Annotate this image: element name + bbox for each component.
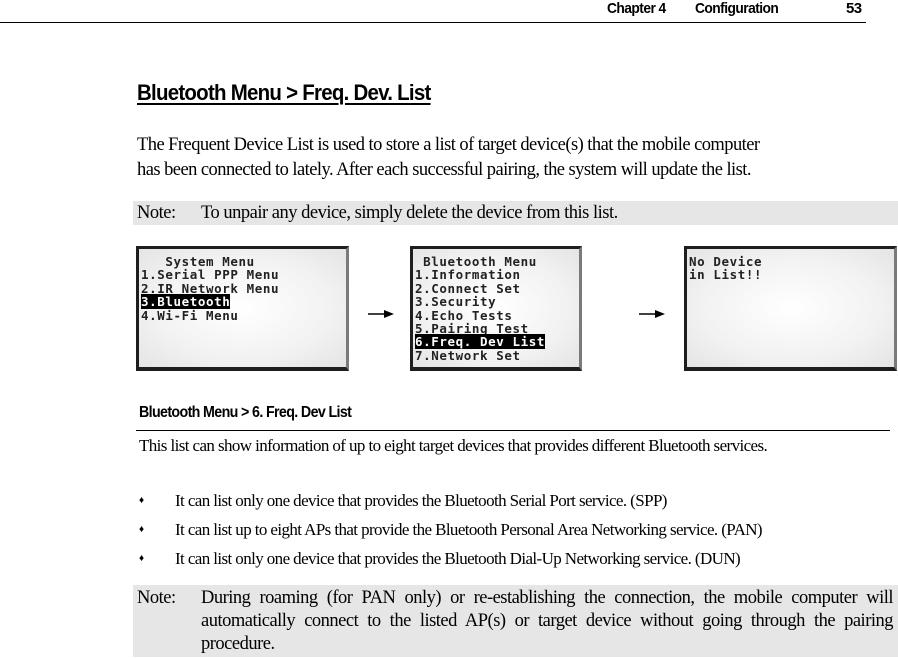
page-number: 53 (846, 0, 862, 17)
screen-menu-item: No Device (689, 255, 762, 268)
note-box: Note: To unpair any device, simply delet… (133, 201, 898, 225)
note-box: Note: During roaming (for PAN only) or r… (133, 585, 898, 657)
note-label: Note: (137, 588, 176, 608)
screen-menu-item-selected: 6.Freq. Dev List (415, 334, 546, 350)
chapter-title: Configuration (695, 0, 779, 17)
screen-menu-item-label: 7.Network Set (415, 347, 521, 363)
bullet-text: It can list up to eight APs that provide… (175, 520, 763, 539)
screen-menu-item: Bluetooth Menu (415, 255, 545, 268)
note-label: Note: (137, 203, 176, 223)
screen-menu-item-label: 4.Wi-Fi Menu (141, 307, 239, 323)
note-text: To unpair any device, simply delete the … (201, 203, 618, 223)
bullet-icon: ♦ (139, 553, 144, 564)
screen-menu-item: 2.Connect Set (415, 282, 545, 295)
bullet-icon: ♦ (139, 495, 144, 506)
screen-menu-item: 4.Wi-Fi Menu (141, 307, 279, 323)
description-text: This list can show information of up to … (139, 436, 768, 455)
bullet-text: It can list only one device that provide… (175, 549, 741, 568)
screen-menu-item: 2.IR Network Menu (141, 282, 279, 295)
screen-lines: System Menu 1.Serial PPP Menu 2.IR Network… (141, 255, 279, 322)
subsection-description: This list can show information of up to … (139, 434, 879, 458)
screen-lines: Bluetooth Menu 1.Information 2.Connect Set… (415, 255, 546, 362)
bullet-icon: ♦ (139, 524, 144, 535)
screen-menu-item-label: in List!! (689, 267, 763, 283)
screen-menu-item: in List!! (689, 268, 762, 281)
page-header: Chapter 4 Configuration 53 (0, 0, 866, 23)
intro-line: The Frequent Device List is used to stor… (137, 135, 760, 155)
screen-menu-item: System Menu (141, 255, 279, 268)
screen-menu-item: 3.Security (415, 295, 545, 308)
intro-paragraph: The Frequent Device List is used to stor… (137, 133, 897, 183)
screen-menu-item: 5.Pairing Test (415, 322, 545, 335)
note-text: During roaming (for PAN only) or re-esta… (201, 588, 894, 654)
intro-line: has been connected to lately. After each… (137, 160, 752, 180)
screen-bluetooth-menu: Bluetooth Menu 1.Information 2.Connect Set… (410, 246, 582, 371)
section-title: Bluetooth Menu > Freq. Dev. List (137, 80, 431, 105)
screen-menu-item: 4.Echo Tests (415, 308, 545, 322)
screen-menu-item: 1.Serial PPP Menu (141, 268, 279, 281)
screen-menu-item: 7.Network Set (415, 349, 545, 362)
subsection-heading: Bluetooth Menu > 6. Freq. Dev List (139, 404, 352, 421)
screen-menu-item: 1.Information (415, 268, 545, 281)
screen-freq-dev-list: No Device in List!! (684, 246, 897, 371)
arrow-right-icon (639, 310, 665, 318)
heading-divider (136, 430, 890, 431)
arrow-right-icon (368, 310, 394, 318)
chapter-label: Chapter 4 (607, 0, 666, 17)
bullet-text: It can list only one device that provide… (175, 491, 667, 510)
screen-system-menu: System Menu 1.Serial PPP Menu 2.IR Network… (136, 246, 349, 371)
screen-lines: No Device in List!! (689, 255, 762, 282)
screen-menu-item-selected: 3.Bluetooth (141, 294, 279, 310)
